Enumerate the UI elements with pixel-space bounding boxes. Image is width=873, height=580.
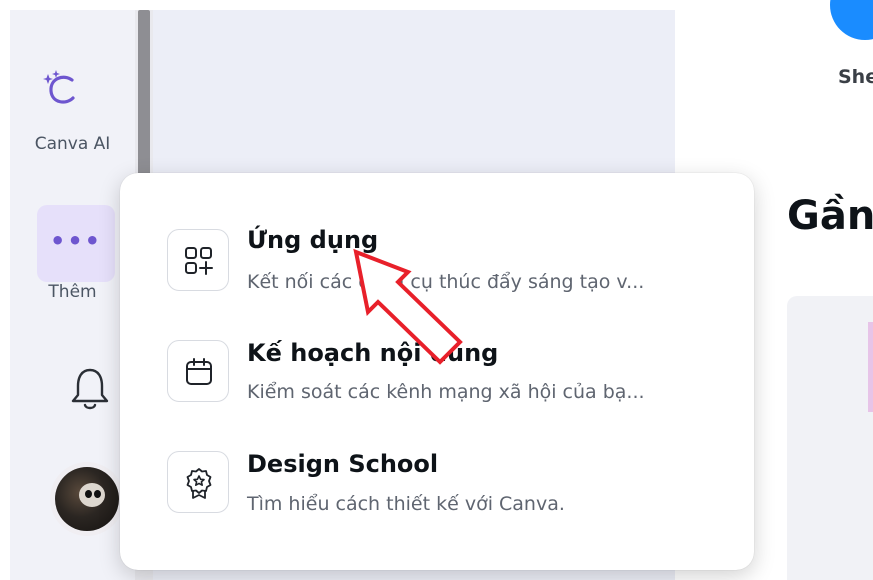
menu-item-design-school-description: Tìm hiểu cách thiết kế với Canva. [247,493,565,515]
award-badge-icon [186,468,212,499]
menu-item-design-school[interactable]: Design School Tìm hiểu cách thiết kế với… [120,423,754,523]
more-menu-popup: Ứng dụng Kết nối các công cụ thúc đẩy sá… [120,173,754,570]
design-card[interactable] [787,296,873,580]
scrollbar-thumb[interactable] [138,10,150,185]
content-planner-icon-box [167,340,229,402]
menu-item-content-planner-title: Kế hoạch nội dung [247,339,499,367]
menu-item-apps-description: Kết nối các công cụ thúc đẩy sáng tạo v.… [247,271,645,293]
left-sidebar: Canva AI ••• Thêm [10,10,135,580]
design-school-icon-box [167,451,229,513]
avatar[interactable] [50,462,124,536]
apps-icon-box [167,229,229,291]
canva-ai-icon[interactable] [40,68,84,112]
menu-item-apps-title: Ứng dụng [247,226,379,254]
calendar-icon [186,358,212,385]
profile-label[interactable]: She [838,66,873,88]
menu-item-apps[interactable]: Ứng dụng Kết nối các công cụ thúc đẩy sá… [120,203,754,303]
apps-icon [185,247,213,275]
section-title: Gần [787,193,873,239]
menu-item-content-planner[interactable]: Kế hoạch nội dung Kiểm soát các kênh mạn… [120,312,754,412]
more-button[interactable]: ••• [37,205,115,282]
avatar-image [55,467,119,531]
bell-icon[interactable] [68,366,112,414]
more-dots-icon: ••• [49,227,103,255]
design-card-thumbnail [868,322,873,412]
menu-item-design-school-title: Design School [247,450,439,478]
menu-item-content-planner-description: Kiểm soát các kênh mạng xã hội của bạ... [247,381,645,403]
sidebar-item-more-label[interactable]: Thêm [10,282,135,302]
sidebar-item-canva-ai-label[interactable]: Canva AI [10,134,135,154]
